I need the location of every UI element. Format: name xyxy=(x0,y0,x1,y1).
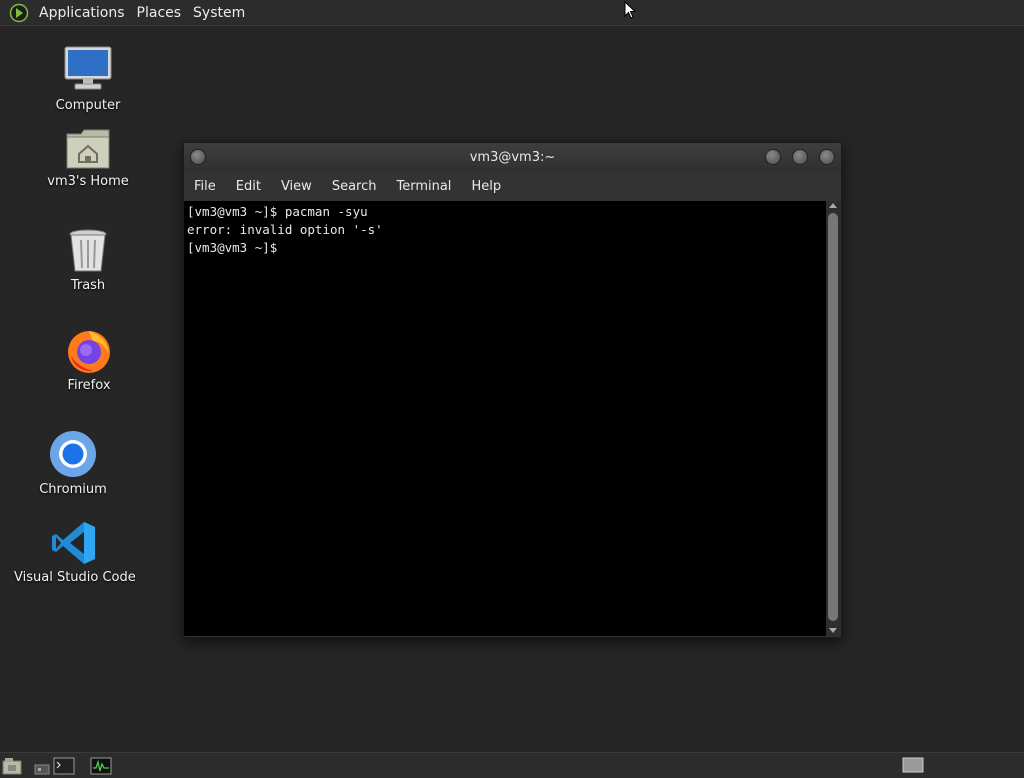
desktop-icon-home[interactable]: vm3's Home xyxy=(43,128,133,189)
trash-icon xyxy=(69,229,107,272)
menu-logo-icon[interactable] xyxy=(9,3,29,23)
system-menu[interactable]: System xyxy=(187,5,251,21)
desktop-icon-label: Firefox xyxy=(67,378,111,393)
scroll-down-arrow-icon[interactable] xyxy=(829,628,837,633)
show-desktop-icon[interactable] xyxy=(2,757,22,775)
desktop-icon-label: Computer xyxy=(55,98,121,113)
terminal-titlebar[interactable]: vm3@vm3:~ xyxy=(184,143,841,172)
menu-edit[interactable]: Edit xyxy=(226,179,271,194)
menu-terminal[interactable]: Terminal xyxy=(386,179,461,194)
menu-search[interactable]: Search xyxy=(322,179,387,194)
minimize-button[interactable] xyxy=(765,149,781,165)
workspace-switcher-icon[interactable] xyxy=(902,757,924,773)
window-menu-button[interactable] xyxy=(190,149,206,165)
home-folder-icon xyxy=(66,129,110,169)
scroll-up-arrow-icon[interactable] xyxy=(829,203,837,208)
terminal-launcher-icon[interactable] xyxy=(53,757,75,775)
terminal-output[interactable]: [vm3@vm3 ~]$ pacman -syu error: invalid … xyxy=(184,201,826,636)
menu-file[interactable]: File xyxy=(184,179,226,194)
desktop-icon-label: Trash xyxy=(70,278,106,293)
desktop-icon-firefox[interactable]: Firefox xyxy=(49,326,129,393)
terminal-line: error: invalid option '-s' xyxy=(187,222,383,237)
firefox-icon xyxy=(68,331,110,373)
terminal-line: [vm3@vm3 ~]$ pacman -syu xyxy=(187,204,368,219)
terminal-menubar: File Edit View Search Terminal Help xyxy=(184,172,841,201)
menu-help[interactable]: Help xyxy=(461,179,511,194)
terminal-line: [vm3@vm3 ~]$ xyxy=(187,240,278,255)
places-menu[interactable]: Places xyxy=(131,5,188,21)
top-panel: Applications Places System xyxy=(0,0,1024,26)
bottom-panel xyxy=(0,752,1024,778)
desktop-icon-vscode[interactable]: Visual Studio Code xyxy=(14,520,136,585)
desktop-icon-label: Chromium xyxy=(39,482,107,497)
desktop-icon-computer[interactable]: Computer xyxy=(48,44,128,113)
system-monitor-icon[interactable] xyxy=(90,757,112,775)
desktop-icon-label: Visual Studio Code xyxy=(14,570,136,585)
mouse-cursor-icon xyxy=(624,1,636,19)
workspace-indicator-icon[interactable] xyxy=(34,757,50,775)
close-button[interactable] xyxy=(819,149,835,165)
applications-menu[interactable]: Applications xyxy=(33,5,131,21)
scroll-thumb[interactable] xyxy=(828,213,838,621)
maximize-button[interactable] xyxy=(792,149,808,165)
terminal-window[interactable]: vm3@vm3:~ File Edit View Search Terminal… xyxy=(183,142,842,638)
desktop-icon-label: vm3's Home xyxy=(47,174,129,189)
desktop-icon-trash[interactable]: Trash xyxy=(48,228,128,293)
terminal-scrollbar[interactable] xyxy=(826,201,841,636)
chromium-icon xyxy=(50,431,96,477)
window-title: vm3@vm3:~ xyxy=(469,150,556,165)
desktop-icon-chromium[interactable]: Chromium xyxy=(33,430,113,497)
computer-icon xyxy=(64,46,112,90)
vscode-icon xyxy=(52,522,95,564)
menu-view[interactable]: View xyxy=(271,179,322,194)
